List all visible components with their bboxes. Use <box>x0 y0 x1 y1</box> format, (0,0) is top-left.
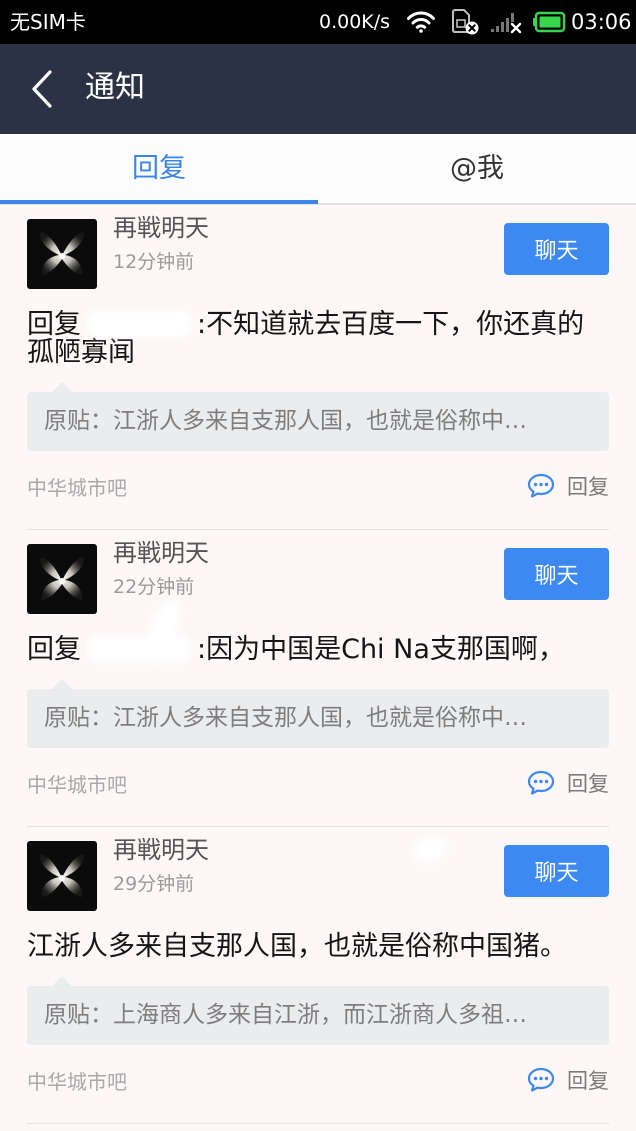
quote-notch <box>52 976 72 986</box>
signal-no-service-icon <box>490 10 522 34</box>
notification-item[interactable]: 再戦明天 29分钟前 聊天 江浙人多来自支那人国，也就是俗称中国猪。 原贴：上海… <box>0 827 636 1123</box>
timestamp: 22分钟前 <box>113 576 195 598</box>
item-header: 再戦明天 29分钟前 聊天 <box>27 836 609 911</box>
post-content: 江浙人多来自支那人国，也就是俗称中国猪。 <box>27 931 567 962</box>
quote-text: 原贴：上海商人多来自江浙，而江浙商人多祖… <box>44 1002 527 1028</box>
item-footer: 中华城市吧 回复 <box>27 1058 609 1102</box>
reply-text: :因为中国是Chi Na支那国啊， <box>197 634 565 665</box>
tab-replies[interactable]: 回复 <box>0 134 318 202</box>
timestamp: 12分钟前 <box>113 251 195 273</box>
original-post-quote[interactable]: 原贴：江浙人多来自支那人国，也就是俗称中… <box>27 679 609 748</box>
tab-indicator <box>0 200 318 204</box>
timestamp: 29分钟前 <box>113 873 195 895</box>
avatar[interactable] <box>27 544 97 614</box>
reply-label: 回复 <box>567 1069 609 1093</box>
notification-item[interactable]: 再戦明天 22分钟前 聊天 回复 :因为中国是Chi Na支那国啊， 原贴：江浙人… <box>0 530 636 826</box>
back-chevron-icon <box>30 69 54 109</box>
battery-icon <box>532 11 566 33</box>
avatar[interactable] <box>27 219 97 289</box>
chat-button[interactable]: 聊天 <box>504 548 609 600</box>
forum-name[interactable]: 中华城市吧 <box>27 472 127 501</box>
comment-bubble-icon <box>527 770 555 796</box>
original-post-quote[interactable]: 原贴：江浙人多来自支那人国，也就是俗称中… <box>27 382 609 451</box>
comment-bubble-icon <box>527 473 555 499</box>
chat-button[interactable]: 聊天 <box>504 845 609 897</box>
tab-bar: 回复 @我 <box>0 134 636 205</box>
page-title: 通知 <box>85 70 145 105</box>
clock: 03:06 <box>571 10 632 34</box>
item-header: 再戦明天 22分钟前 聊天 <box>27 539 609 614</box>
notification-list: 再戦明天 12分钟前 聊天 回复:不知道就去百度一下，你还真的孤陋寡闻 原贴：江… <box>0 205 636 1124</box>
item-footer: 中华城市吧 回复 <box>27 761 609 805</box>
quote-notch <box>52 382 72 392</box>
username[interactable]: 再戦明天 <box>113 836 209 864</box>
redacted-username <box>87 636 191 662</box>
username[interactable]: 再戦明天 <box>113 539 209 567</box>
reply-action[interactable]: 回复 <box>527 768 609 798</box>
screen: 无SIM卡 0.00K/s 03:06 通知 回复 @我 再戦明天 12分钟前 … <box>0 0 636 1131</box>
notification-item[interactable]: 再戦明天 12分钟前 聊天 回复:不知道就去百度一下，你还真的孤陋寡闻 原贴：江… <box>0 205 636 529</box>
network-speed: 0.00K/s <box>319 11 391 33</box>
app-header: 通知 <box>0 44 636 134</box>
carrier-label: 无SIM卡 <box>10 10 86 34</box>
reply-content: 回复 :因为中国是Chi Na支那国啊， <box>27 636 602 664</box>
reply-label: 回复 <box>567 772 609 796</box>
back-button[interactable] <box>20 64 64 114</box>
original-post-quote[interactable]: 原贴：上海商人多来自江浙，而江浙商人多祖… <box>27 976 609 1045</box>
chat-button[interactable]: 聊天 <box>504 223 609 275</box>
quote-notch <box>52 679 72 689</box>
redacted-username <box>87 311 191 337</box>
item-footer: 中华城市吧 回复 <box>27 464 609 508</box>
status-bar: 无SIM卡 0.00K/s 03:06 <box>0 0 636 44</box>
reply-prefix: 回复 <box>27 634 81 665</box>
username[interactable]: 再戦明天 <box>113 214 209 242</box>
wifi-icon <box>406 11 436 33</box>
item-header: 再戦明天 12分钟前 聊天 <box>27 214 609 289</box>
sim-error-icon <box>451 9 479 35</box>
comment-bubble-icon <box>527 1067 555 1093</box>
divider <box>27 1123 609 1124</box>
forum-name[interactable]: 中华城市吧 <box>27 769 127 798</box>
reply-prefix: 回复 <box>27 309 81 340</box>
quote-text: 原贴：江浙人多来自支那人国，也就是俗称中… <box>44 408 527 434</box>
forum-name[interactable]: 中华城市吧 <box>27 1066 127 1095</box>
tab-mentions[interactable]: @我 <box>318 134 636 202</box>
reply-action[interactable]: 回复 <box>527 1065 609 1095</box>
reply-label: 回复 <box>567 475 609 499</box>
avatar[interactable] <box>27 841 97 911</box>
quote-text: 原贴：江浙人多来自支那人国，也就是俗称中… <box>44 705 527 731</box>
reply-action[interactable]: 回复 <box>527 471 609 501</box>
reply-content: 回复:不知道就去百度一下，你还真的孤陋寡闻 <box>27 311 602 367</box>
